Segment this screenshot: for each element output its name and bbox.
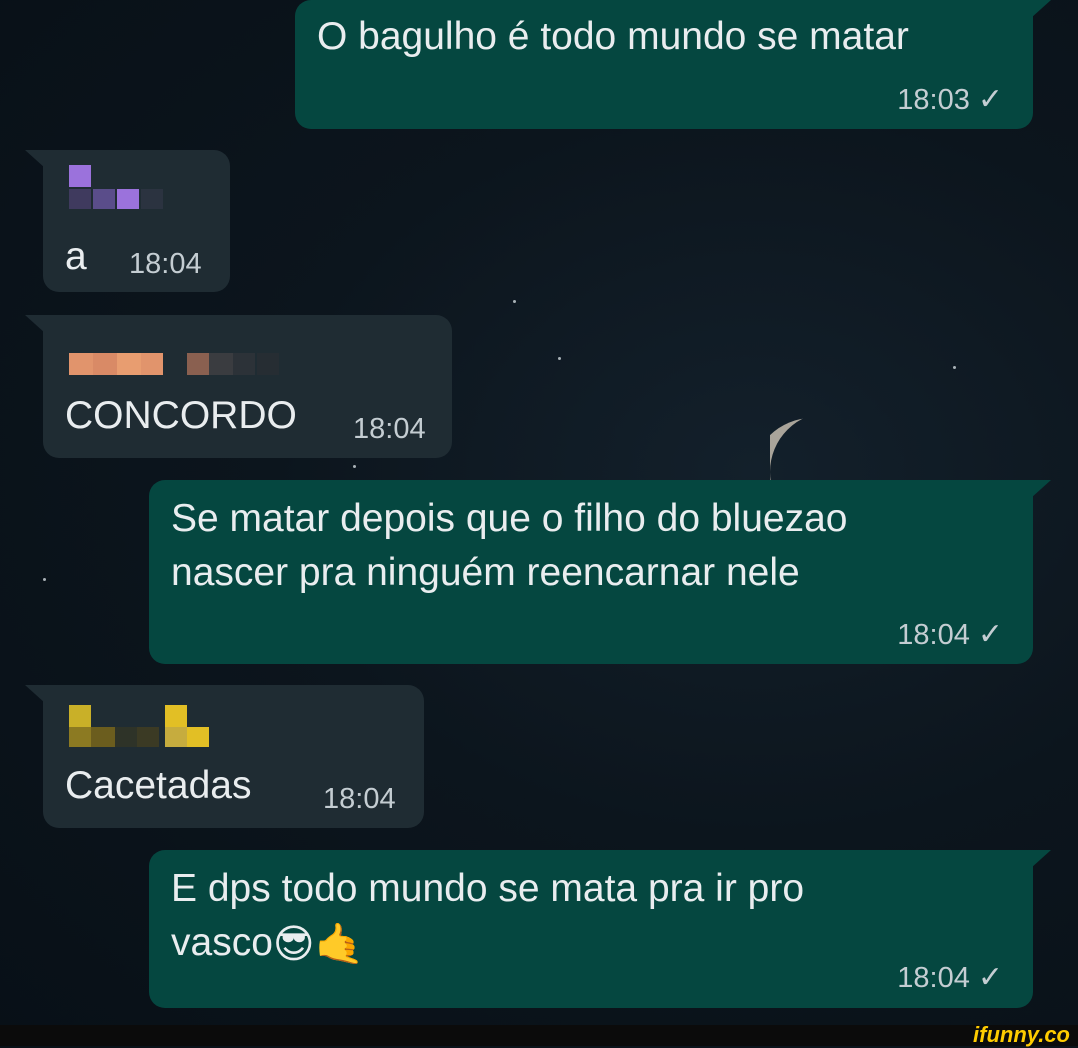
message-text: O bagulho é todo mundo se matar (317, 15, 909, 58)
timestamp-text: 18:04 (897, 619, 970, 651)
sender-name-pixelated (69, 705, 219, 749)
emoji-sunglasses-callme: 😎🤙 (272, 922, 365, 967)
incoming-message-bubble[interactable]: a 18:04 (25, 150, 230, 292)
message-text: Cacetadas (65, 764, 252, 807)
star (513, 300, 516, 303)
ifunny-watermark: ifunny.co (973, 1022, 1070, 1047)
sent-check-icon: ✓ (977, 83, 1003, 116)
watermark-bar (0, 1025, 1078, 1046)
outgoing-message-bubble[interactable]: Se matar depois que o filho do bluezao n… (149, 480, 1051, 664)
message-timestamp: 18:04 ✓ (897, 960, 1003, 995)
message-timestamp: 18:03 ✓ (897, 82, 1003, 117)
star (953, 366, 956, 369)
message-timestamp: 18:04 ✓ (897, 617, 1003, 652)
star (558, 357, 561, 360)
message-text: CONCORDO (65, 394, 297, 437)
sent-check-icon: ✓ (977, 618, 1003, 651)
outgoing-message-bubble[interactable]: O bagulho é todo mundo se matar 18:03 ✓ (295, 0, 1051, 129)
bubble-tail (1031, 850, 1051, 868)
bubble-tail (1031, 0, 1051, 18)
outgoing-message-bubble[interactable]: E dps todo mundo se mata pra ir pro vasc… (149, 850, 1051, 1008)
bubble-tail (25, 685, 45, 703)
star (353, 465, 356, 468)
message-text: E dps todo mundo se mata pra ir pro vasc… (171, 862, 804, 972)
star (43, 578, 46, 581)
message-timestamp: 18:04 (129, 248, 202, 280)
bubble-tail (1031, 480, 1051, 498)
timestamp-text: 18:04 (897, 962, 970, 994)
message-text: Se matar depois que o filho do bluezao n… (171, 497, 848, 594)
message-text-content: E dps todo mundo se mata pra ir pro vasc… (171, 867, 805, 964)
sent-check-icon: ✓ (977, 961, 1003, 994)
incoming-message-bubble[interactable]: Cacetadas 18:04 (25, 685, 424, 828)
message-timestamp: 18:04 (323, 783, 396, 815)
timestamp-text: 18:03 (897, 84, 970, 116)
bubble-tail (25, 150, 45, 168)
bubble-tail (25, 315, 45, 333)
incoming-message-bubble[interactable]: CONCORDO 18:04 (25, 315, 452, 458)
sender-name-pixelated (69, 165, 169, 209)
message-text: a (65, 235, 87, 278)
message-timestamp: 18:04 (353, 413, 426, 445)
